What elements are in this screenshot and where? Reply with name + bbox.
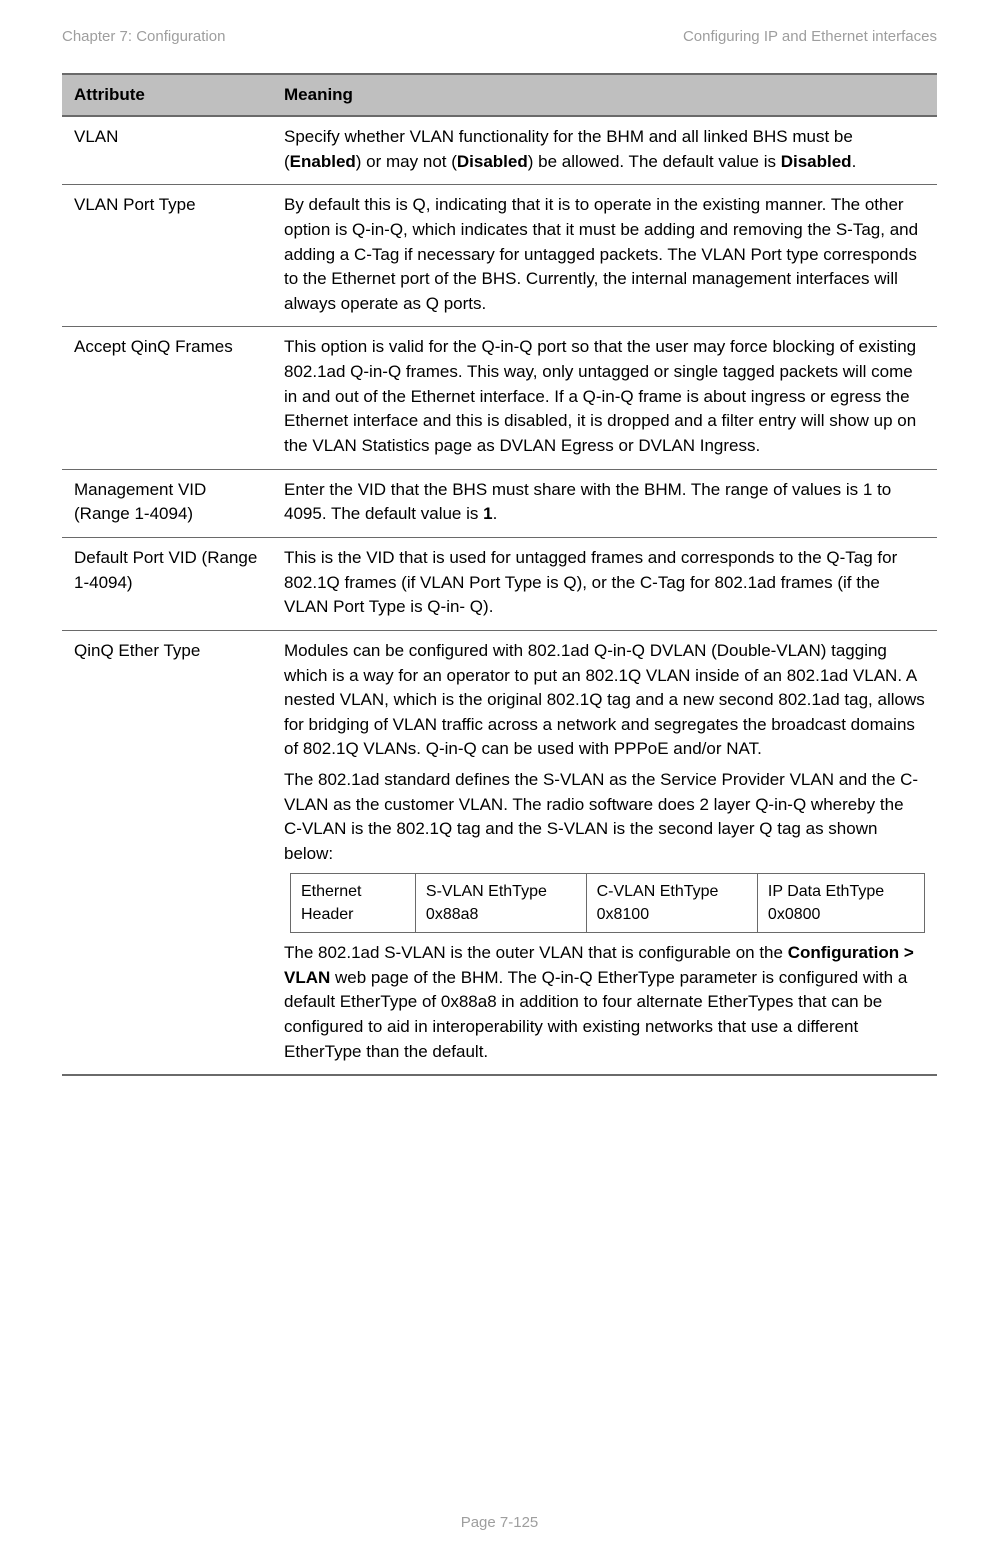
meaning-cell: Modules can be configured with 802.1ad Q… <box>272 630 937 1075</box>
meaning-cell: By default this is Q, indicating that it… <box>272 185 937 327</box>
table-row: QinQ Ether Type Modules can be configure… <box>62 630 937 1075</box>
table-row: Accept QinQ Frames This option is valid … <box>62 327 937 469</box>
running-header: Chapter 7: Configuration Configuring IP … <box>62 28 937 45</box>
page-footer: Page 7-125 <box>0 1514 999 1531</box>
attr-cell: VLAN <box>62 116 272 185</box>
meaning-cell: Specify whether VLAN functionality for t… <box>272 116 937 185</box>
attr-cell: Accept QinQ Frames <box>62 327 272 469</box>
table-row: VLAN Port Type By default this is Q, ind… <box>62 185 937 327</box>
meaning-cell: This is the VID that is used for untagge… <box>272 537 937 630</box>
col-meaning: Meaning <box>272 74 937 116</box>
col-attribute: Attribute <box>62 74 272 116</box>
attr-cell: Management VID (Range 1-4094) <box>62 469 272 537</box>
page: Chapter 7: Configuration Configuring IP … <box>0 0 999 1555</box>
table-row: Management VID (Range 1-4094) Enter the … <box>62 469 937 537</box>
attributes-table: Attribute Meaning VLAN Specify whether V… <box>62 73 937 1076</box>
table-row: VLAN Specify whether VLAN functionality … <box>62 116 937 185</box>
ethertype-table: Ethernet Header S-VLAN EthType 0x88a8 C-… <box>290 873 925 933</box>
header-right: Configuring IP and Ethernet interfaces <box>683 28 937 45</box>
attr-cell: Default Port VID (Range 1-4094) <box>62 537 272 630</box>
header-left: Chapter 7: Configuration <box>62 28 225 45</box>
ethertype-cell: Ethernet Header <box>291 873 416 932</box>
ethertype-cell: IP Data EthType 0x0800 <box>757 873 924 932</box>
meaning-cell: This option is valid for the Q-in-Q port… <box>272 327 937 469</box>
ethertype-cell: S-VLAN EthType 0x88a8 <box>415 873 586 932</box>
attr-cell: QinQ Ether Type <box>62 630 272 1075</box>
attr-cell: VLAN Port Type <box>62 185 272 327</box>
table-row: Default Port VID (Range 1-4094) This is … <box>62 537 937 630</box>
meaning-cell: Enter the VID that the BHS must share wi… <box>272 469 937 537</box>
ethertype-cell: C-VLAN EthType 0x8100 <box>586 873 757 932</box>
